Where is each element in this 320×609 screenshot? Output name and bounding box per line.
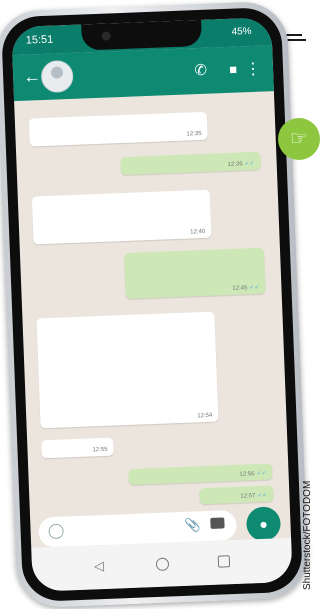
- message-time: 12:45 ✓✓: [232, 284, 260, 292]
- read-receipt-icon: ✓✓: [256, 470, 267, 478]
- phone-screen: 15:51 45% ← ✆ ■ ⋮ 12:35 12:36 ✓✓ 12:40 1…: [11, 17, 293, 592]
- phone-bezel: 15:51 45% ← ✆ ■ ⋮ 12:35 12:36 ✓✓ 12:40 1…: [0, 6, 304, 603]
- contact-avatar[interactable]: [40, 59, 74, 94]
- message-bubble[interactable]: 12:54: [36, 311, 219, 429]
- front-camera-icon: [101, 31, 111, 41]
- message-bubble[interactable]: 12:56 ✓✓: [128, 463, 273, 486]
- read-receipt-icon: ✓✓: [249, 284, 260, 292]
- pointing-hand-icon: ☞: [278, 118, 320, 160]
- battery-level: 45%: [231, 25, 252, 38]
- more-options-icon[interactable]: ⋮: [245, 59, 262, 80]
- message-time: 12:40: [190, 228, 206, 236]
- message-time: 12:35: [186, 130, 202, 138]
- message-time: 12:55: [92, 446, 108, 454]
- chat-messages: 12:35 12:36 ✓✓ 12:40 12:45 ✓✓ 12:54 12:55: [14, 91, 290, 518]
- video-call-icon[interactable]: ■: [229, 62, 237, 77]
- read-receipt-icon: ✓✓: [244, 160, 255, 168]
- phone: 15:51 45% ← ✆ ■ ⋮ 12:35 12:36 ✓✓ 12:40 1…: [0, 0, 310, 609]
- notch: [81, 19, 203, 51]
- camera-icon[interactable]: [210, 517, 225, 529]
- message-bubble[interactable]: 12:40: [31, 189, 212, 245]
- read-receipt-icon: ✓✓: [257, 492, 268, 500]
- message-bubble[interactable]: 12:55: [41, 437, 114, 459]
- attach-icon[interactable]: 📎: [184, 517, 201, 534]
- status-time: 15:51: [25, 33, 54, 47]
- emoji-icon[interactable]: [48, 523, 64, 540]
- microphone-icon[interactable]: ●: [245, 506, 282, 542]
- message-time: 12:36 ✓✓: [227, 160, 255, 168]
- message-time: 12:56 ✓✓: [239, 470, 267, 478]
- photo-credit: Shutterstock/FOTODOM: [302, 480, 313, 590]
- message-time: 12:54: [197, 412, 213, 420]
- nav-recents-icon[interactable]: [217, 555, 231, 568]
- message-bubble[interactable]: 12:45 ✓✓: [124, 247, 266, 300]
- back-arrow-icon[interactable]: ←: [23, 66, 42, 88]
- message-time: 12:57 ✓✓: [240, 492, 268, 500]
- phone-call-icon[interactable]: ✆: [194, 61, 207, 79]
- android-nav-bar: ◁: [31, 537, 293, 592]
- message-bubble[interactable]: 12:36 ✓✓: [120, 151, 261, 176]
- message-bubble[interactable]: 12:35: [28, 111, 208, 147]
- nav-back-icon[interactable]: ◁: [94, 558, 105, 574]
- message-bubble[interactable]: 12:57 ✓✓: [199, 485, 274, 505]
- nav-home-icon[interactable]: [155, 557, 170, 572]
